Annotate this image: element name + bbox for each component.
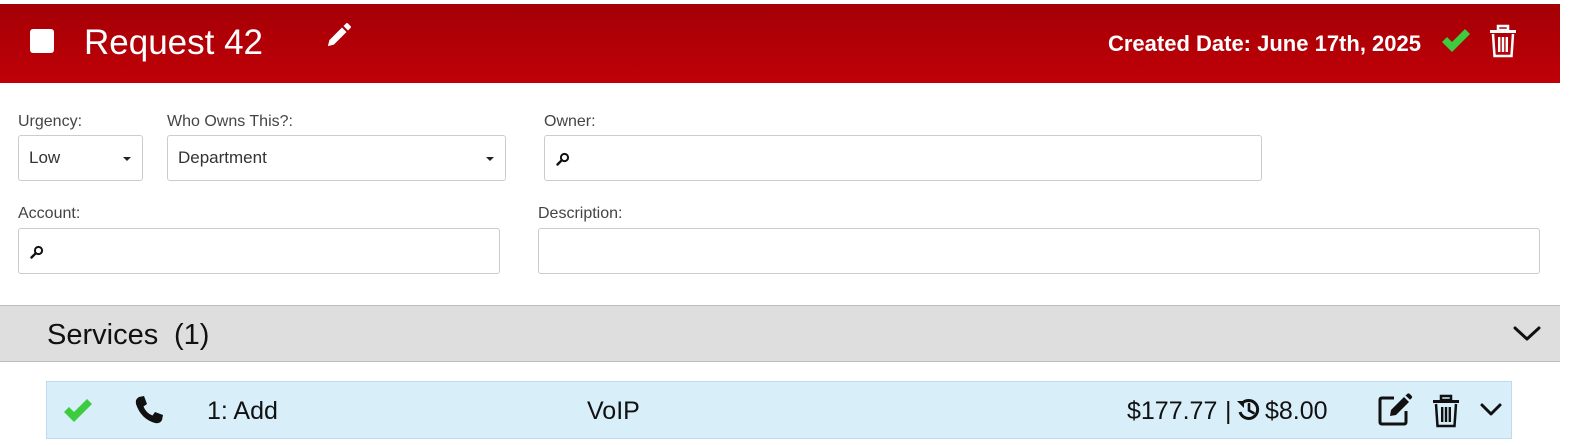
service-price: $177.77 [1127, 397, 1218, 425]
history-icon [1237, 399, 1260, 420]
created-date: Created Date: June 17th, 2025 [1107, 31, 1421, 56]
ownership-label: Who Owns This?: [167, 113, 293, 130]
service-monthly-price: $8.00 [1265, 397, 1328, 425]
price-separator: | [1225, 397, 1232, 425]
description-input[interactable] [538, 228, 1540, 274]
search-icon [30, 245, 44, 259]
urgency-value: Low [29, 148, 61, 167]
edit-icon[interactable] [1377, 393, 1413, 427]
services-count: (1) [174, 319, 210, 351]
phone-icon [135, 396, 163, 424]
search-icon [556, 152, 570, 166]
account-label: Account: [18, 205, 81, 222]
check-icon [64, 399, 92, 422]
delete-request-trash-icon[interactable] [1489, 24, 1517, 58]
service-number: 1: Add [207, 397, 278, 425]
request-header: Request 42 Created Date: June 17th, 2025 [0, 4, 1560, 83]
owner-label: Owner: [544, 113, 596, 130]
service-type: VoIP [587, 397, 640, 425]
caret-down-icon [486, 157, 494, 161]
services-title: Services [47, 319, 159, 351]
select-request-checkbox[interactable] [30, 29, 54, 53]
approve-check-icon[interactable] [1440, 26, 1472, 56]
urgency-label: Urgency: [18, 113, 83, 130]
caret-down-icon [123, 157, 131, 161]
request-title: Request 42 [84, 23, 264, 62]
ownership-value: Department [178, 148, 267, 167]
edit-title-pencil-icon[interactable] [323, 21, 353, 51]
description-label: Description: [538, 205, 623, 222]
service-row[interactable]: 1: Add VoIP $177.77 | $8.00 [46, 381, 1512, 439]
services-section-header[interactable]: Services (1) [0, 305, 1560, 362]
owner-search-input[interactable] [544, 135, 1262, 181]
chevron-down-icon[interactable] [1512, 323, 1542, 345]
trash-icon[interactable] [1432, 394, 1460, 428]
account-search-input[interactable] [18, 228, 500, 274]
ownership-select[interactable]: Department [167, 135, 506, 181]
chevron-down-icon[interactable] [1479, 401, 1503, 419]
urgency-select[interactable]: Low [18, 135, 143, 181]
